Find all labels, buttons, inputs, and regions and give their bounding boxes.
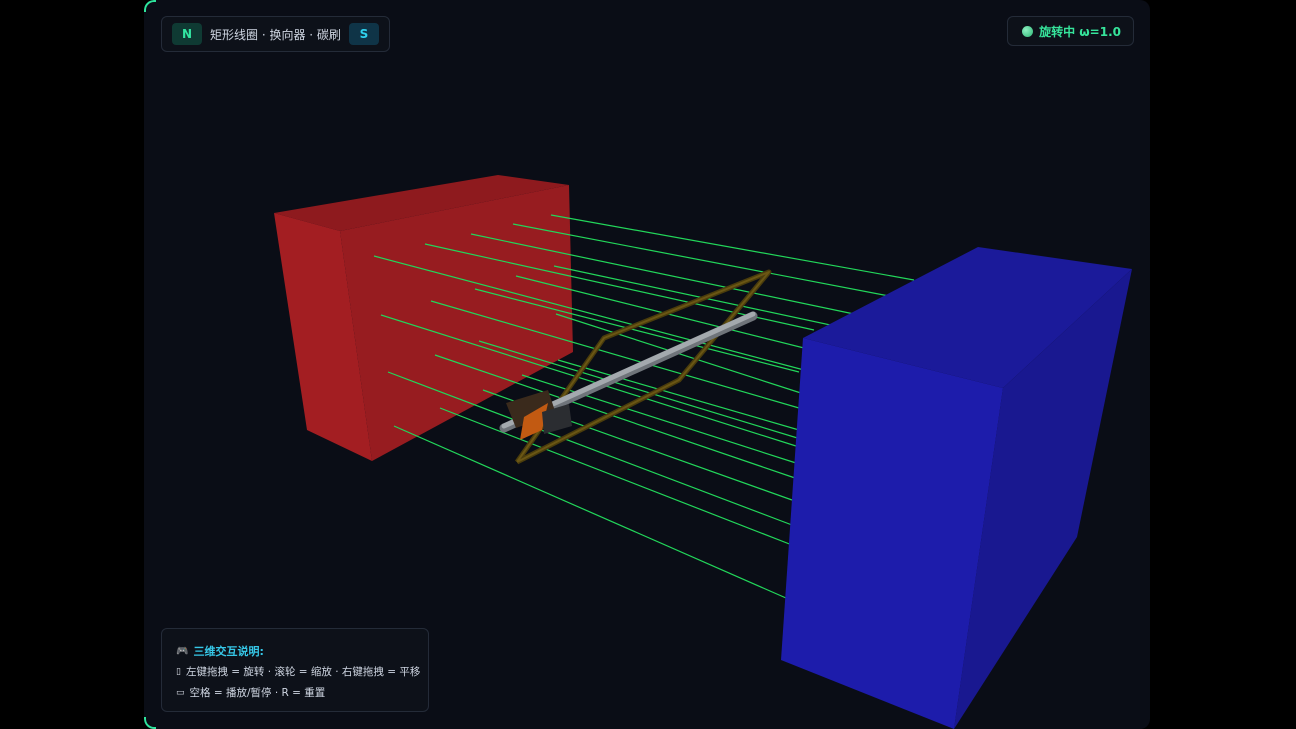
help-mouse-text: 左键拖拽 = 旋转 · 滚轮 = 缩放 · 右键拖拽 = 平移: [185, 666, 421, 678]
3d-viewport[interactable]: N 矩形线圈 · 换向器 · 碳刷 S 旋转中 ω=1.0 🎮 三维交互说明: …: [144, 0, 1150, 729]
help-mouse-line: ▯ 左键拖拽 = 旋转 · 滚轮 = 缩放 · 右键拖拽 = 平移: [176, 664, 420, 679]
north-pole-badge: N: [172, 23, 202, 45]
help-keyboard-text: 空格 = 播放/暂停 · R = 重置: [189, 687, 326, 699]
rotation-status: 旋转中 ω=1.0: [1007, 16, 1134, 46]
south-pole-badge: S: [348, 23, 379, 45]
component-legend: N 矩形线圈 · 换向器 · 碳刷 S: [161, 16, 390, 52]
status-text: 旋转中 ω=1.0: [1039, 24, 1121, 39]
status-indicator-icon: [1022, 25, 1034, 37]
keyboard-icon: ▭: [176, 687, 185, 698]
legend-components: 矩形线圈 · 换向器 · 碳刷: [210, 27, 341, 42]
interaction-help-panel: 🎮 三维交互说明: ▯ 左键拖拽 = 旋转 · 滚轮 = 缩放 · 右键拖拽 =…: [161, 628, 429, 712]
help-title: 🎮 三维交互说明:: [176, 643, 264, 659]
gamepad-icon: 🎮: [176, 645, 189, 657]
mouse-icon: ▯: [176, 666, 181, 677]
help-keyboard-line: ▭ 空格 = 播放/暂停 · R = 重置: [176, 685, 325, 700]
south-magnet: [781, 247, 1132, 729]
motor-scene[interactable]: [144, 0, 1150, 729]
help-title-text: 三维交互说明:: [193, 645, 264, 658]
